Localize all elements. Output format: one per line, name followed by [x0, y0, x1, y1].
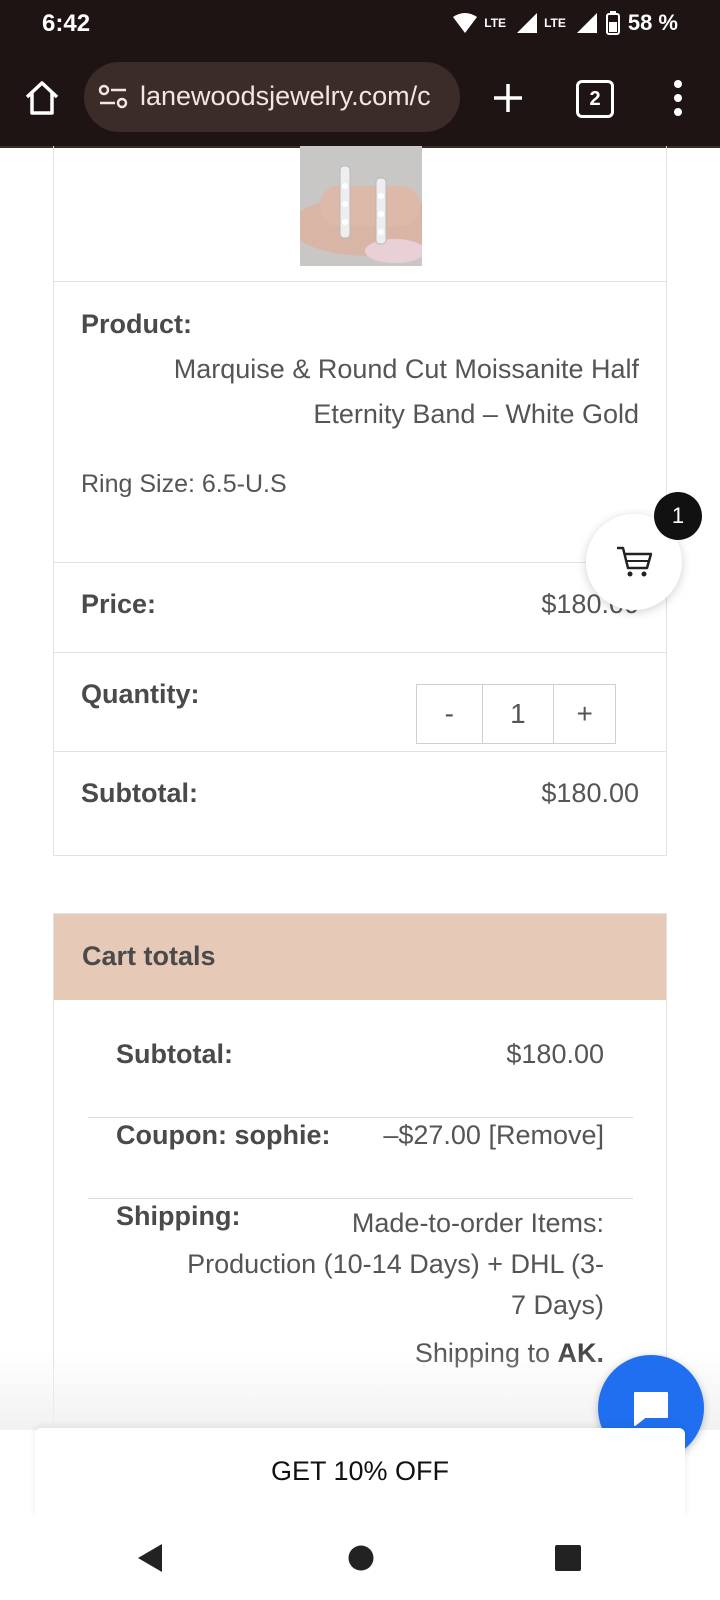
product-image[interactable] [300, 146, 422, 266]
row-divider [54, 562, 666, 563]
row-divider [54, 652, 666, 653]
battery-level: 58 % [627, 10, 678, 35]
network-type-2: LTE [544, 16, 566, 30]
more-menu-icon[interactable] [672, 78, 684, 118]
status-time: 6:42 [42, 10, 91, 37]
coupon-remove-link[interactable]: [Remove] [488, 1120, 604, 1150]
quantity-stepper: - 1 + [416, 684, 616, 744]
cart-item-table: Product: Marquise & Round Cut Moissanite… [53, 146, 667, 856]
product-label: Product: [81, 309, 192, 339]
shipping-label: Shipping: [116, 1201, 241, 1231]
coupon-amount-row: –$27.00 [Remove] [383, 1120, 604, 1151]
product-name-line2[interactable]: Eternity Band – White Gold [79, 399, 639, 430]
new-tab-icon[interactable] [488, 78, 528, 118]
cart-totals-header: Cart totals [54, 914, 666, 1000]
site-settings-icon[interactable] [98, 83, 128, 111]
shipping-line3: 7 Days) [510, 1290, 604, 1320]
wifi-icon [453, 13, 478, 33]
network-type-1: LTE [484, 16, 507, 30]
quantity-increase-button[interactable]: + [554, 685, 615, 743]
signal-icon [517, 13, 538, 33]
home-icon[interactable] [22, 78, 62, 118]
cart-icon [617, 546, 652, 577]
url-text[interactable]: lanewoodsjewelry.com/c [140, 81, 450, 112]
cart-totals-title: Cart totals [82, 941, 216, 971]
url-bar[interactable]: lanewoodsjewelry.com/c [84, 62, 460, 132]
tab-switcher-button[interactable]: 2 [576, 80, 614, 118]
totals-subtotal-value: $180.00 [506, 1039, 604, 1069]
coupon-label: Coupon: sophie: [116, 1120, 331, 1150]
shipping-line1: Made-to-order Items: [351, 1208, 604, 1238]
promo-label[interactable]: GET 10% OFF [35, 1456, 685, 1487]
row-divider [54, 281, 666, 282]
ring-size: Ring Size: 6.5-U.S [81, 470, 287, 498]
totals-subtotal-label: Subtotal: [116, 1039, 233, 1069]
cart-count-badge: 1 [654, 492, 702, 540]
promo-bar[interactable]: GET 10% OFF [35, 1428, 685, 1516]
subtotal-value: $180.00 [541, 778, 639, 808]
battery-icon [605, 11, 620, 35]
quantity-decrease-button[interactable]: - [417, 685, 483, 743]
recents-icon[interactable] [554, 1544, 582, 1572]
back-icon[interactable] [136, 1542, 164, 1574]
status-icons: LTE LTE 58 % [452, 10, 678, 36]
row-divider [54, 751, 666, 752]
row-divider [88, 1198, 633, 1199]
signal-icon-2 [576, 13, 597, 33]
status-bar: 6:42 LTE LTE 58 % [0, 0, 720, 50]
quantity-input[interactable]: 1 [483, 685, 555, 743]
chat-icon [634, 1392, 668, 1426]
coupon-value: –$27.00 [383, 1120, 481, 1150]
shipping-line2: Production (10-14 Days) + DHL (3- [187, 1249, 604, 1279]
subtotal-label: Subtotal: [81, 778, 198, 808]
product-name-line1[interactable]: Marquise & Round Cut Moissanite Half [79, 354, 639, 385]
system-nav-bar [0, 1516, 720, 1600]
row-divider [88, 1117, 633, 1118]
browser-toolbar: lanewoodsjewelry.com/c 2 [0, 50, 720, 148]
price-label: Price: [81, 589, 157, 619]
quantity-label: Quantity: [81, 679, 200, 709]
home-nav-icon[interactable] [347, 1544, 375, 1572]
